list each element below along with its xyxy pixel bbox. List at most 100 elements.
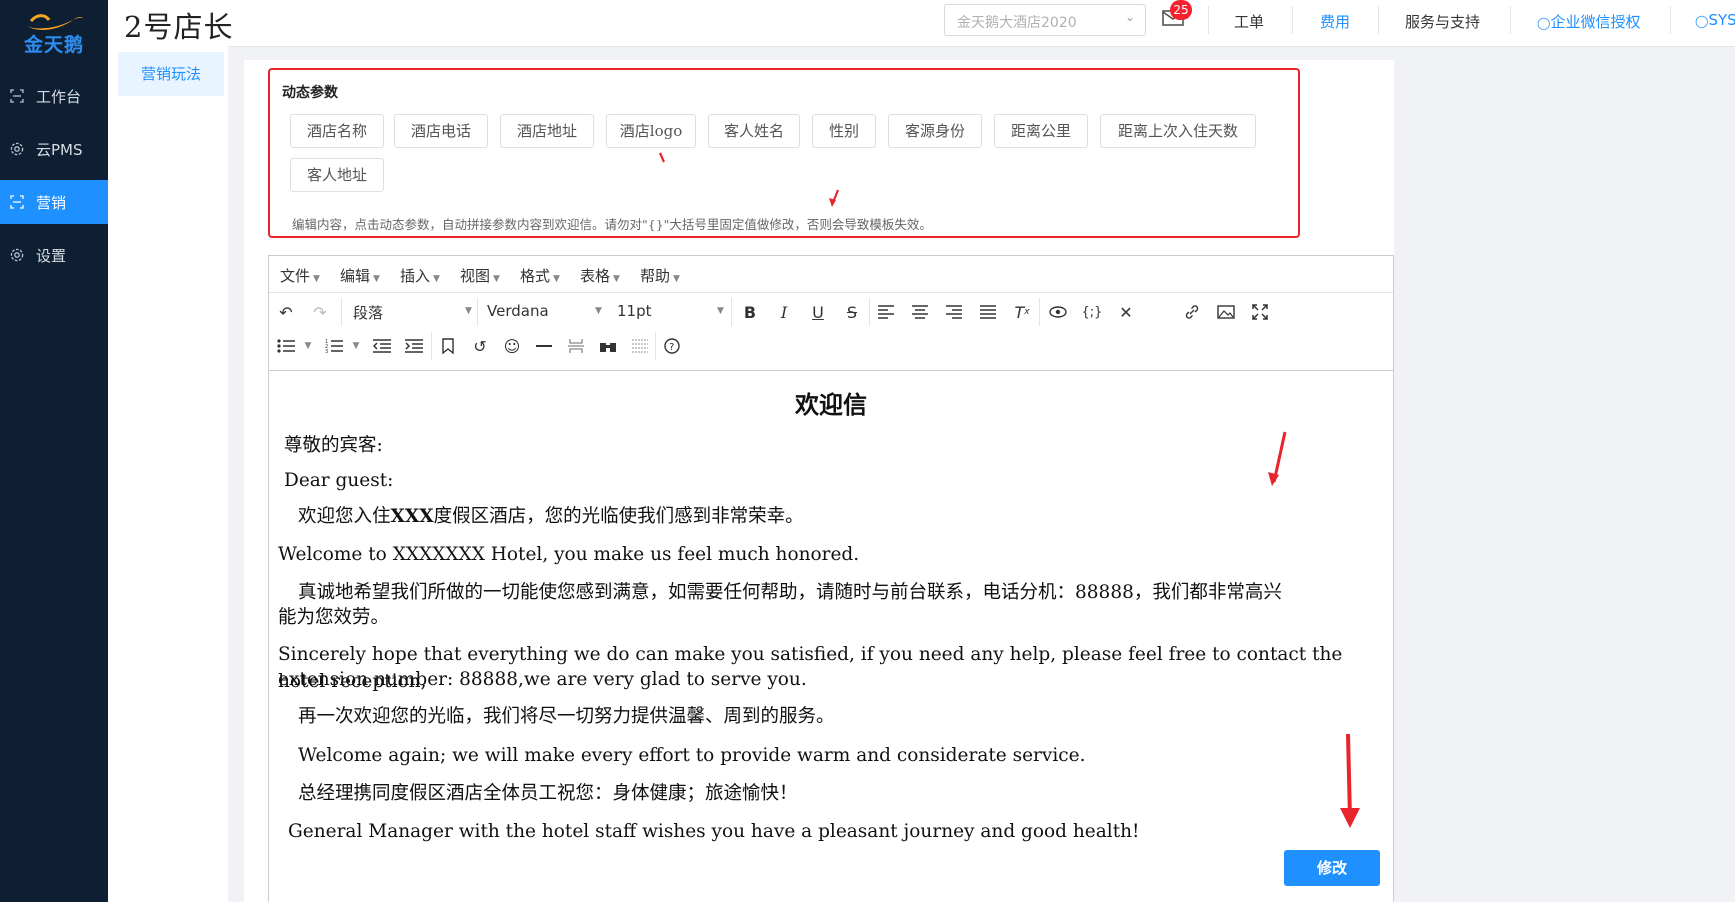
chevron-down-icon[interactable]: ▼ [297, 335, 319, 357]
para1-cn: 欢迎您入住XXX度假区酒店，您的光临使我们感到非常荣幸。 [298, 506, 804, 527]
param-tag[interactable]: 酒店logo [606, 114, 696, 148]
menu-table[interactable]: 表格 ▼ [580, 265, 620, 286]
menu-view[interactable]: 视图 ▼ [460, 265, 500, 286]
source-code-icon[interactable]: {;} [1081, 301, 1103, 323]
param-tag[interactable]: 酒店电话 [394, 114, 488, 148]
param-tag[interactable]: 距离上次入住天数 [1100, 114, 1256, 148]
align-left-icon[interactable] [875, 301, 897, 323]
editor-content[interactable]: 欢迎信 尊敬的宾客: Dear guest: 欢迎您入住XXX度假区酒店，您的光… [269, 370, 1393, 902]
fullscreen-icon[interactable] [1249, 301, 1271, 323]
align-justify-icon[interactable] [977, 301, 999, 323]
param-tag[interactable]: 性别 [812, 114, 876, 148]
divider [431, 332, 432, 360]
emoji-icon[interactable]: ☺ [501, 335, 523, 357]
redo-icon[interactable]: ↷ [309, 301, 331, 323]
sidebar-item-settings[interactable]: 设置 [0, 233, 108, 277]
greeting-cn: 尊敬的宾客: [284, 435, 383, 456]
divider [655, 332, 656, 360]
param-tag[interactable]: 客人地址 [290, 158, 384, 192]
sub-menu: 营销玩法 [108, 46, 228, 902]
sidebar-item-label: 云PMS [36, 140, 83, 159]
menu-insert[interactable]: 插入 ▼ [400, 265, 440, 286]
param-tag[interactable]: 客人姓名 [708, 114, 800, 148]
menu-edit[interactable]: 编辑 ▼ [340, 265, 380, 286]
greeting-en: Dear guest: [284, 470, 394, 491]
numbered-list-icon[interactable]: 123 [323, 335, 345, 357]
app-logo: 金天鹅 [0, 0, 108, 68]
find-replace-icon[interactable] [597, 335, 619, 357]
link-sys[interactable]: ◯SYS [1695, 11, 1735, 29]
editor-menubar: 文件 ▼ 编辑 ▼ 插入 ▼ 视图 ▼ 格式 ▼ 表格 ▼ 帮助 ▼ [269, 256, 1393, 293]
editor-toolbar-row2: ▼ 123 ▼ ↺ ☺ ? [269, 328, 1393, 364]
font-family-select[interactable]: Verdana ▼ [487, 302, 607, 320]
page-break-icon[interactable] [565, 335, 587, 357]
link-fees[interactable]: 费用 [1320, 11, 1350, 32]
clear-format-icon[interactable]: Tx [1011, 301, 1033, 323]
bullet-list-icon[interactable] [275, 335, 297, 357]
sidebar-item-cloud-pms[interactable]: 云PMS [0, 127, 108, 171]
undo-icon[interactable]: ↶ [275, 301, 297, 323]
align-right-icon[interactable] [943, 301, 965, 323]
preview-eye-icon[interactable] [1047, 301, 1069, 323]
close-icon[interactable]: ✕ [1115, 301, 1137, 323]
menu-help[interactable]: 帮助 ▼ [640, 265, 680, 286]
logo-text: 金天鹅 [23, 33, 84, 56]
link-wechat-auth-label: 企业微信授权 [1550, 13, 1641, 31]
sub-menu-item-marketing-play[interactable]: 营销玩法 [118, 52, 224, 96]
sidebar-item-label: 设置 [36, 246, 67, 265]
divider [477, 298, 478, 326]
settings-icon [10, 248, 24, 262]
bold-icon[interactable]: B [739, 301, 761, 323]
doc-title: 欢迎信 [795, 390, 867, 419]
link-wechat-auth[interactable]: ◯企业微信授权 [1537, 11, 1640, 32]
link-service-support[interactable]: 服务与支持 [1405, 11, 1480, 32]
para3-en: Welcome again; we will make every effort… [298, 745, 1086, 766]
dynamic-params-panel: 动态参数 酒店名称 酒店电话 酒店地址 酒店logo 客人姓名 性别 客源身份 … [268, 68, 1300, 238]
divider [731, 298, 732, 326]
link-icon[interactable] [1181, 301, 1203, 323]
divider [341, 298, 342, 326]
underline-icon[interactable]: U [807, 301, 829, 323]
sidebar-item-workbench[interactable]: 工作台 [0, 74, 108, 118]
indent-icon[interactable] [403, 335, 425, 357]
gear-icon [10, 142, 24, 156]
param-tag[interactable]: 酒店地址 [500, 114, 594, 148]
para3-cn: 再一次欢迎您的光临，我们将尽一切努力提供温馨、周到的服务。 [298, 706, 835, 727]
user-icon: ◯ [1537, 16, 1551, 30]
divider [1039, 298, 1040, 326]
param-tag[interactable]: 酒店名称 [290, 114, 384, 148]
marketing-icon [10, 195, 24, 209]
block-format-select[interactable]: 段落 ▼ [353, 302, 477, 323]
param-tag[interactable]: 客源身份 [888, 114, 982, 148]
italic-icon[interactable]: I [773, 301, 795, 323]
horizontal-rule-icon[interactable] [533, 335, 555, 357]
outdent-icon[interactable] [371, 335, 393, 357]
chevron-down-icon[interactable]: ▼ [345, 335, 367, 357]
menu-file[interactable]: 文件 ▼ [280, 265, 320, 286]
svg-text:3: 3 [325, 349, 328, 353]
history-icon[interactable]: ↺ [469, 335, 491, 357]
menu-format[interactable]: 格式 ▼ [520, 265, 560, 286]
sidebar-item-label: 工作台 [36, 87, 82, 106]
param-tag[interactable]: 距离公里 [994, 114, 1088, 148]
font-size-select[interactable]: 11pt ▼ [617, 302, 727, 320]
link-work-order[interactable]: 工单 [1234, 11, 1264, 32]
left-sidebar: 金天鹅 工作台 云PMS 营销 设置 [0, 0, 108, 902]
strikethrough-icon[interactable]: S [841, 301, 863, 323]
bookmark-icon[interactable] [437, 335, 459, 357]
hotel-select[interactable]: 金天鹅大酒店2020 ⌄ [944, 4, 1146, 36]
help-icon[interactable]: ? [661, 335, 683, 357]
divider [1510, 6, 1511, 34]
divider [1378, 6, 1379, 34]
notification-badge: 25 [1170, 0, 1192, 20]
sidebar-item-marketing[interactable]: 营销 [0, 180, 108, 224]
brand-title: 2号店长 [124, 10, 234, 44]
swan-logo-icon [27, 13, 83, 30]
align-center-icon[interactable] [909, 301, 931, 323]
rich-text-editor: 文件 ▼ 编辑 ▼ 插入 ▼ 视图 ▼ 格式 ▼ 表格 ▼ 帮助 ▼ ↶ ↷ 段落 ▼ Verd… [268, 255, 1394, 902]
modify-button[interactable]: 修改 [1284, 850, 1380, 886]
image-icon[interactable] [1215, 301, 1237, 323]
para2-cn-line1: 真诚地希望我们所做的一切能使您感到满意，如需要任何帮助，请随时与前台联系，电话分… [298, 582, 1282, 603]
select-all-icon[interactable] [629, 335, 651, 357]
top-header [108, 0, 1735, 47]
